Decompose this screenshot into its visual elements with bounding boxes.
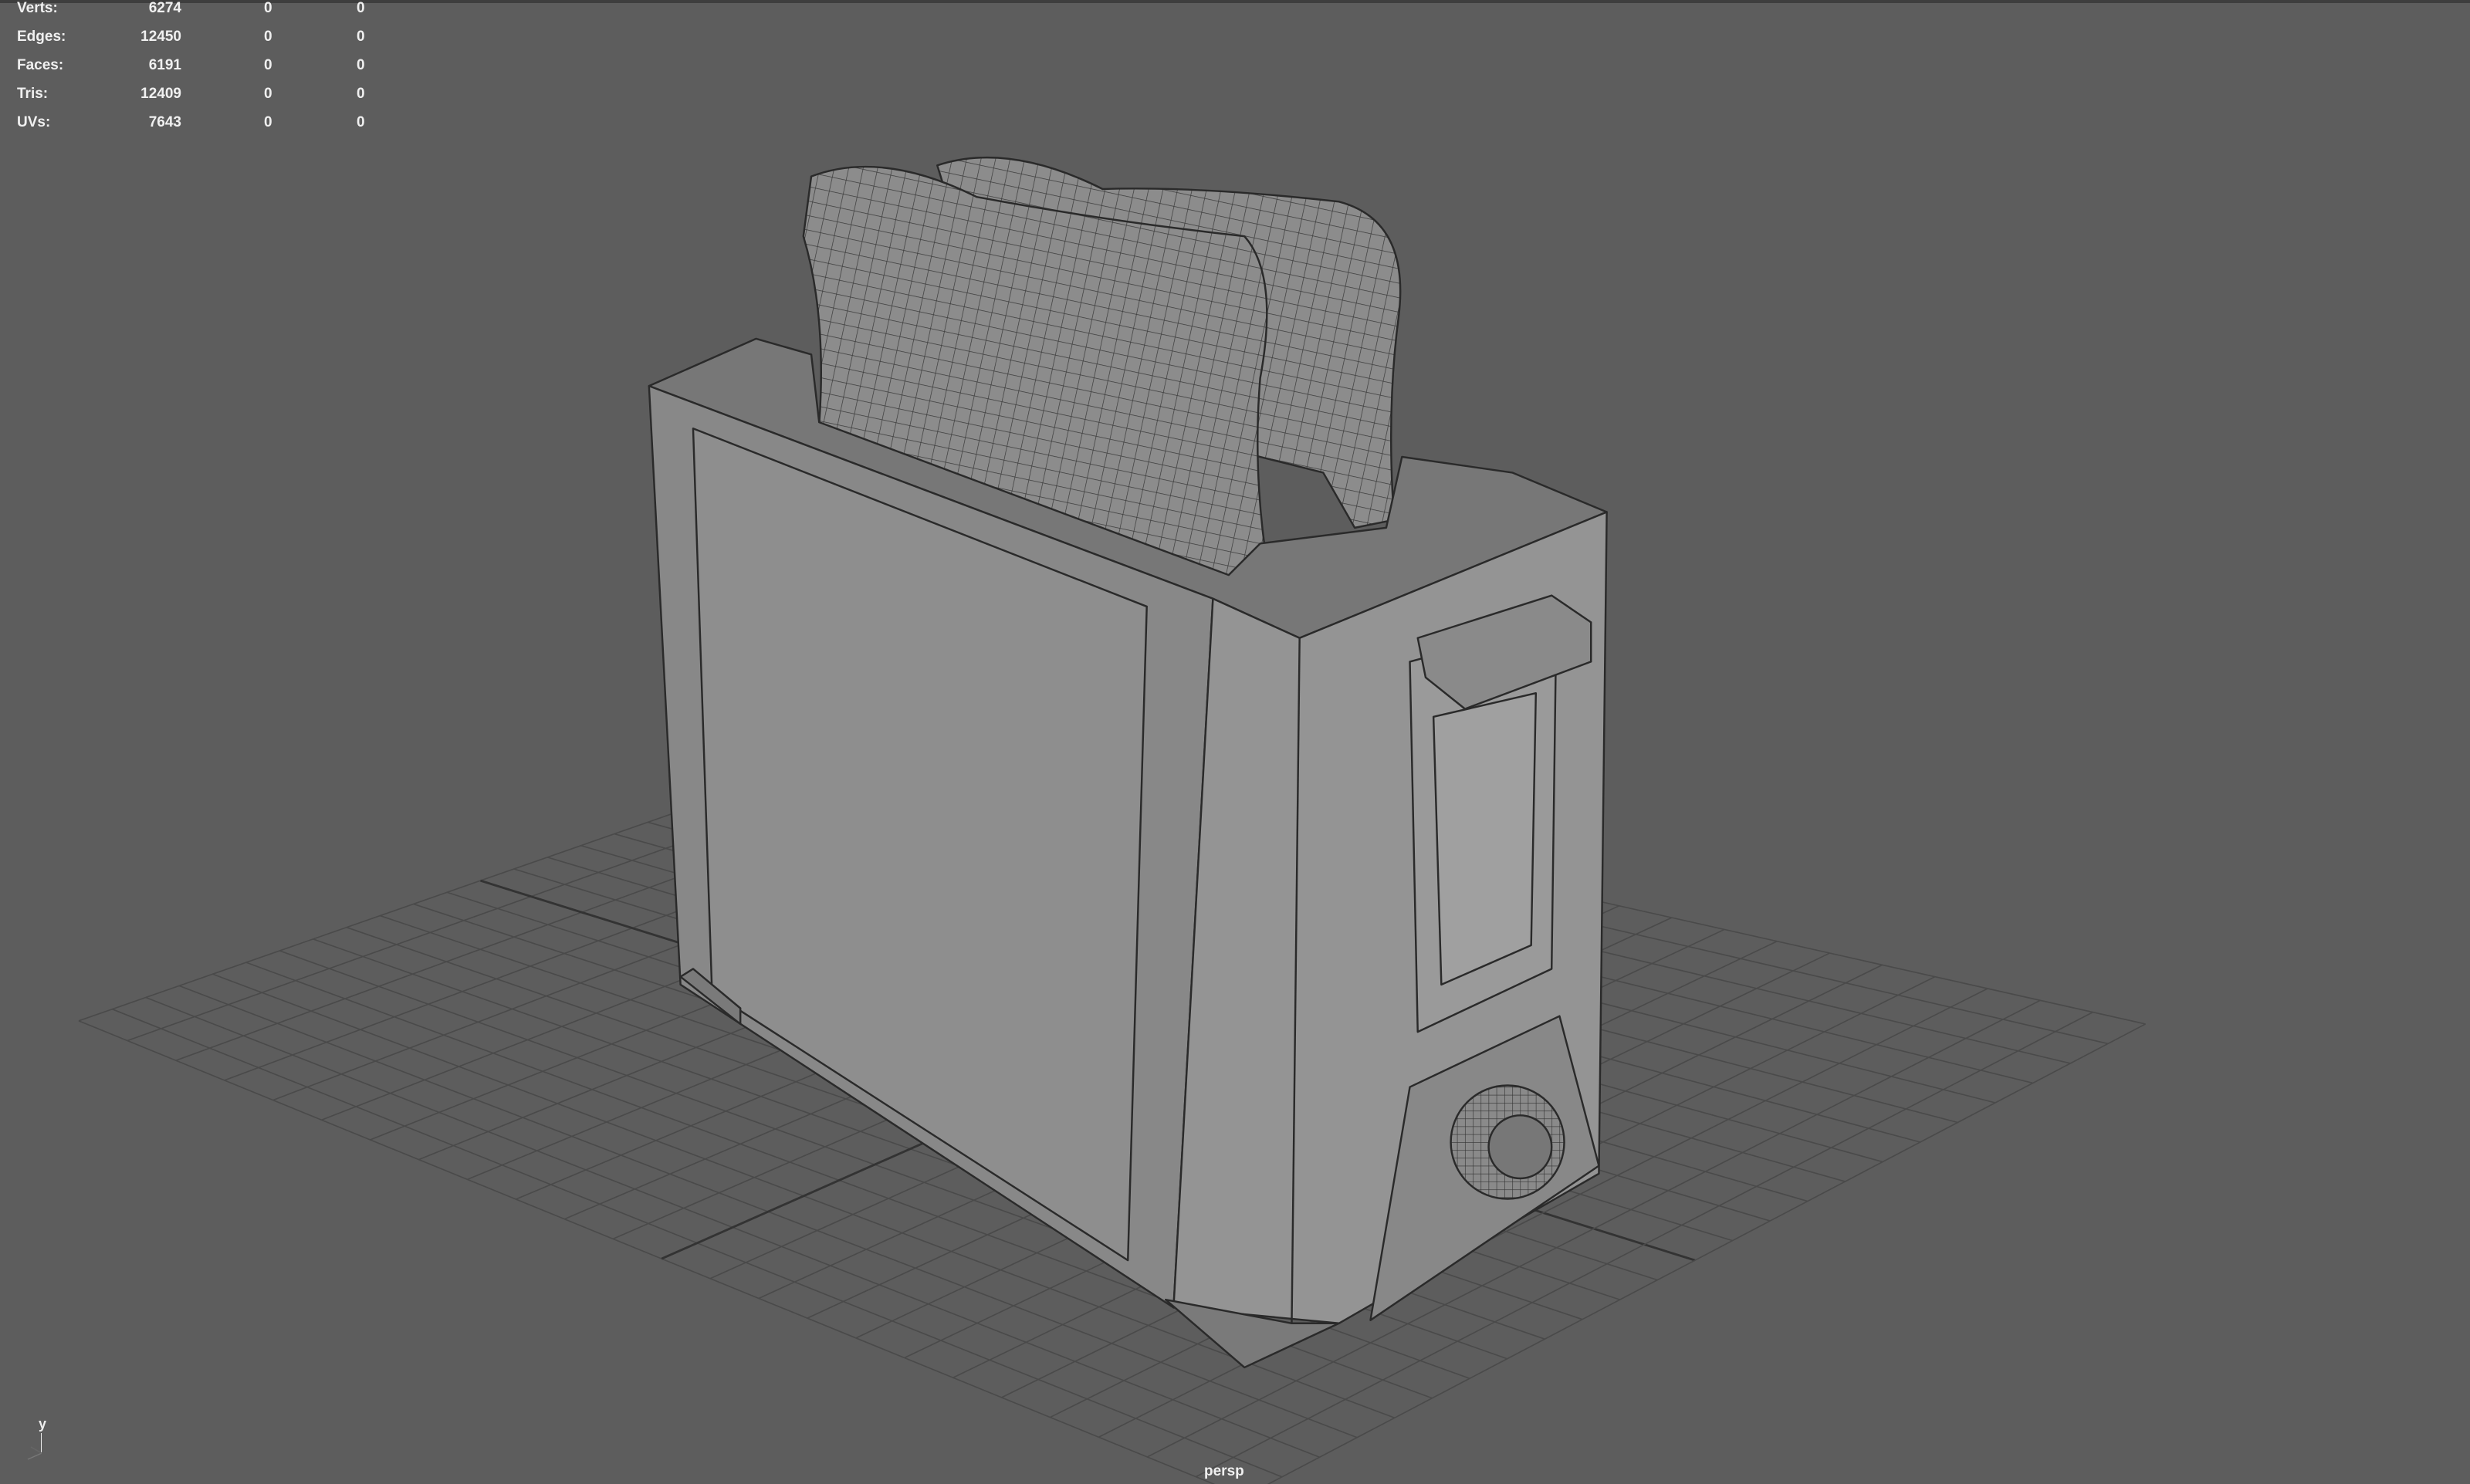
hud-uv: 0 — [357, 57, 365, 73]
view-axis-gizmo: y — [11, 1416, 46, 1462]
hud-selected: 0 — [264, 86, 272, 102]
lever-slot-inner — [1432, 691, 1538, 986]
hud-selected: 0 — [264, 114, 272, 130]
hud-label: UVs: — [17, 114, 51, 130]
toaster-model[interactable] — [648, 156, 1608, 1369]
hud-label: Verts: — [17, 0, 58, 16]
hud-value: 12450 — [140, 29, 181, 45]
hud-selected: 0 — [264, 57, 272, 73]
knob-center — [1487, 1114, 1553, 1180]
hud-row-tris: Tris: 12409 0 0 — [0, 86, 401, 113]
hud-uv: 0 — [357, 29, 365, 45]
axis-lines-icon — [27, 1433, 42, 1460]
hud-value: 6274 — [148, 0, 181, 16]
camera-name-label: persp — [1204, 1463, 1244, 1479]
hud-value: 7643 — [148, 114, 181, 130]
hud-uv: 0 — [357, 114, 365, 130]
hud-row-verts: Verts: 6274 0 0 — [0, 0, 401, 28]
hud-row-uvs: UVs: 7643 0 0 — [0, 114, 401, 142]
hud-label: Tris: — [17, 86, 49, 102]
hud-selected: 0 — [264, 0, 272, 16]
hud-uv: 0 — [357, 86, 365, 102]
hud-row-faces: Faces: 6191 0 0 — [0, 57, 401, 85]
hud-label: Edges: — [17, 29, 66, 45]
3d-viewport[interactable] — [0, 0, 2470, 1484]
hud-value: 12409 — [140, 86, 181, 102]
hud-selected: 0 — [264, 29, 272, 45]
hud-label: Faces: — [17, 57, 64, 73]
hud-row-edges: Edges: 12450 0 0 — [0, 29, 401, 56]
hud-value: 6191 — [148, 57, 181, 73]
hud-uv: 0 — [357, 0, 365, 16]
